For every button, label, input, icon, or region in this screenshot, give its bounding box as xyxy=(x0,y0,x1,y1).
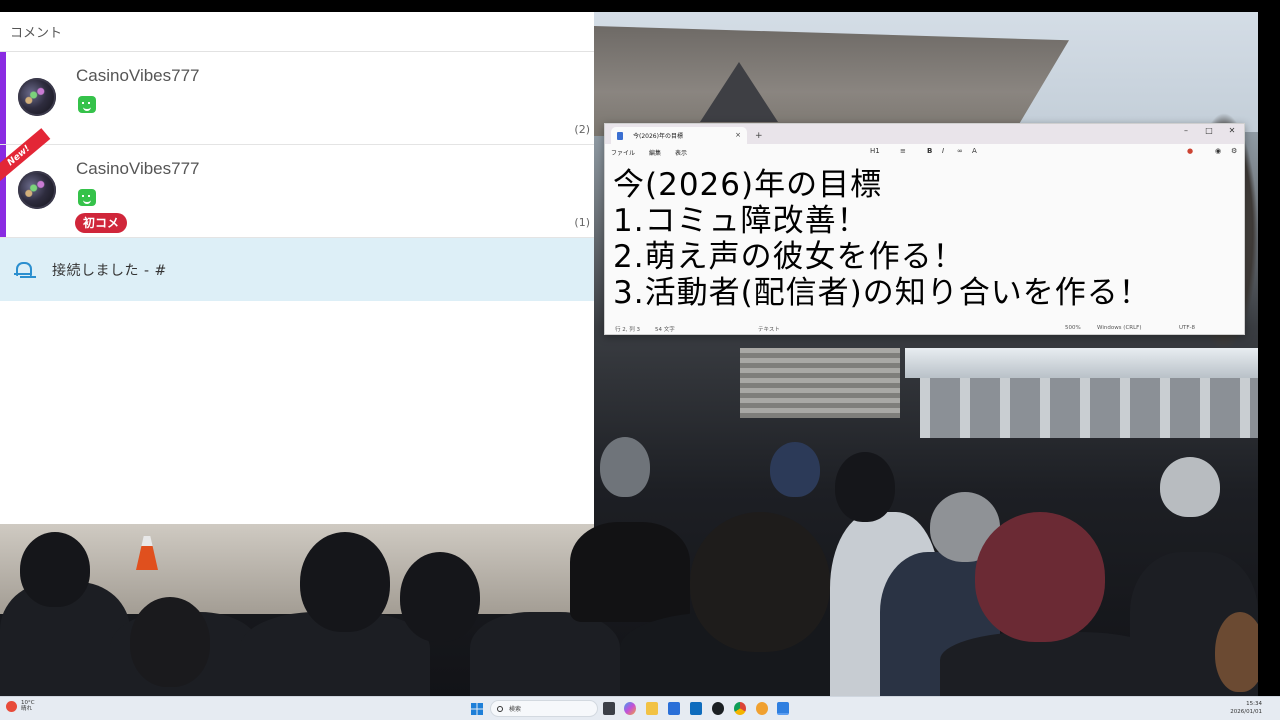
notepad-icon xyxy=(617,131,623,140)
notepad-statusbar: 行 2, 列 3 54 文字 テキスト 500% Windows (CRLF) … xyxy=(605,322,1244,334)
heading-dropdown[interactable]: H1 xyxy=(870,147,880,155)
menu-edit[interactable]: 編集 xyxy=(649,148,661,157)
taskbar: 10°C 晴れ 検索 15:34 2026/01/01 xyxy=(0,696,1280,720)
crowd-person xyxy=(400,552,480,642)
task-view-icon[interactable] xyxy=(603,702,615,715)
tab-close-button[interactable]: × xyxy=(735,131,741,139)
notepad-window: 今(2026)年の目標 × + – □ ✕ ファイル 編集 表示 H1 ≡ B … xyxy=(604,123,1245,335)
search-placeholder: 検索 xyxy=(509,706,522,713)
editor-line: 今(2026)年の目標 xyxy=(613,167,883,203)
editor-line: 1.コミュ障改善！ xyxy=(613,203,869,239)
crowd-person xyxy=(975,512,1105,642)
outlook-icon[interactable] xyxy=(690,702,702,715)
clock-date: 2026/01/01 xyxy=(1230,709,1262,715)
notepad-taskbar-icon[interactable] xyxy=(777,702,789,715)
weather-text: 晴れ xyxy=(21,706,33,712)
weather-widget[interactable]: 10°C 晴れ xyxy=(6,700,35,712)
crowd-person xyxy=(1215,612,1258,692)
crowd-person xyxy=(690,512,830,652)
avatar xyxy=(18,78,56,116)
comment-username: CasinoVibes777 xyxy=(76,159,200,178)
crowd-person xyxy=(300,532,390,632)
menu-view[interactable]: 表示 xyxy=(675,148,687,157)
windows-start-icon[interactable] xyxy=(471,703,483,715)
avatar xyxy=(18,171,56,209)
account-icon[interactable]: ◉ xyxy=(1215,147,1221,155)
screen: コメント CasinoVibes777 (2) New! CasinoVibes… xyxy=(0,0,1280,720)
stairs xyxy=(740,348,900,418)
maximize-button[interactable]: □ xyxy=(1199,126,1219,135)
zoom-level[interactable]: 500% xyxy=(1065,325,1081,331)
char-count: 54 文字 xyxy=(655,327,675,333)
search-icon xyxy=(497,705,503,712)
bell-icon xyxy=(14,261,32,278)
connection-status: 接続しました - # xyxy=(0,238,594,301)
github-icon[interactable] xyxy=(712,702,724,715)
settings-gear-icon[interactable]: ⚙ xyxy=(1231,147,1237,155)
menu-file[interactable]: ファイル xyxy=(611,148,635,157)
editor-line: 2.萌え声の彼女を作る！ xyxy=(613,239,965,275)
clear-format-icon[interactable]: A xyxy=(972,147,977,155)
notepad-menubar: ファイル 編集 表示 H1 ≡ B I ∞ A ● ◉ ⚙ xyxy=(605,144,1244,161)
cursor-position: 行 2, 列 3 xyxy=(615,327,640,333)
crowd-person xyxy=(600,437,650,497)
first-comment-badge: 初コメ xyxy=(75,213,128,233)
file-explorer-icon[interactable] xyxy=(646,702,658,715)
notepad-editor[interactable]: 今(2026)年の目標 1.コミュ障改善！ 2.萌え声の彼女を作る！ 3.活動者(配信… xyxy=(605,161,1244,324)
taskbar-search[interactable]: 検索 xyxy=(490,700,598,717)
app-icon[interactable] xyxy=(756,702,768,715)
crowd-person xyxy=(130,597,210,687)
italic-button[interactable]: I xyxy=(942,147,944,155)
tab-title: 今(2026)年の目標 xyxy=(633,133,683,140)
comment-accent-bar xyxy=(0,52,6,144)
tab-document[interactable]: 今(2026)年の目標 × xyxy=(611,127,747,144)
encoding[interactable]: UTF-8 xyxy=(1179,325,1195,331)
walkway-pillars xyxy=(920,378,1258,438)
editor-line: 3.活動者(配信者)の知り合いを作る！ xyxy=(613,275,1151,311)
crowd-person xyxy=(470,612,620,696)
text-mode: テキスト xyxy=(758,327,780,333)
comment-panel: コメント CasinoVibes777 (2) New! CasinoVibes… xyxy=(0,12,594,524)
comment-count: (1) xyxy=(574,216,590,229)
clock-time: 15:34 xyxy=(1246,701,1262,707)
link-icon[interactable]: ∞ xyxy=(957,147,963,155)
comment-username: CasinoVibes777 xyxy=(76,66,200,85)
stamp-icon xyxy=(78,189,96,206)
bold-button[interactable]: B xyxy=(927,147,932,155)
comment-item[interactable]: New! CasinoVibes777 初コメ (1) xyxy=(0,128,594,238)
list-icon[interactable]: ≡ xyxy=(900,147,906,155)
copilot-icon[interactable]: ● xyxy=(1187,147,1193,155)
minimize-button[interactable]: – xyxy=(1176,126,1196,135)
crowd-person xyxy=(570,522,690,622)
close-button[interactable]: ✕ xyxy=(1222,126,1242,135)
walkway-canopy xyxy=(905,348,1258,378)
crowd-person xyxy=(835,452,895,522)
calendar-icon[interactable] xyxy=(668,702,680,715)
stamp-icon xyxy=(78,96,96,113)
weather-icon xyxy=(6,700,17,712)
line-ending[interactable]: Windows (CRLF) xyxy=(1097,325,1141,331)
new-tab-button[interactable]: + xyxy=(755,131,763,141)
crowd-person xyxy=(20,532,90,607)
clock[interactable]: 15:34 2026/01/01 xyxy=(1230,700,1262,716)
notepad-titlebar: 今(2026)年の目標 × + – □ ✕ xyxy=(605,124,1244,144)
comment-header: コメント xyxy=(0,12,594,52)
chrome-icon[interactable] xyxy=(734,702,746,715)
comment-item[interactable]: CasinoVibes777 (2) xyxy=(0,52,594,145)
crowd-person xyxy=(1160,457,1220,517)
copilot-icon[interactable] xyxy=(624,702,636,715)
crowd-person xyxy=(770,442,820,497)
comment-count: (2) xyxy=(574,123,590,136)
building-roof xyxy=(594,26,1069,136)
connection-status-text: 接続しました - # xyxy=(52,262,167,279)
